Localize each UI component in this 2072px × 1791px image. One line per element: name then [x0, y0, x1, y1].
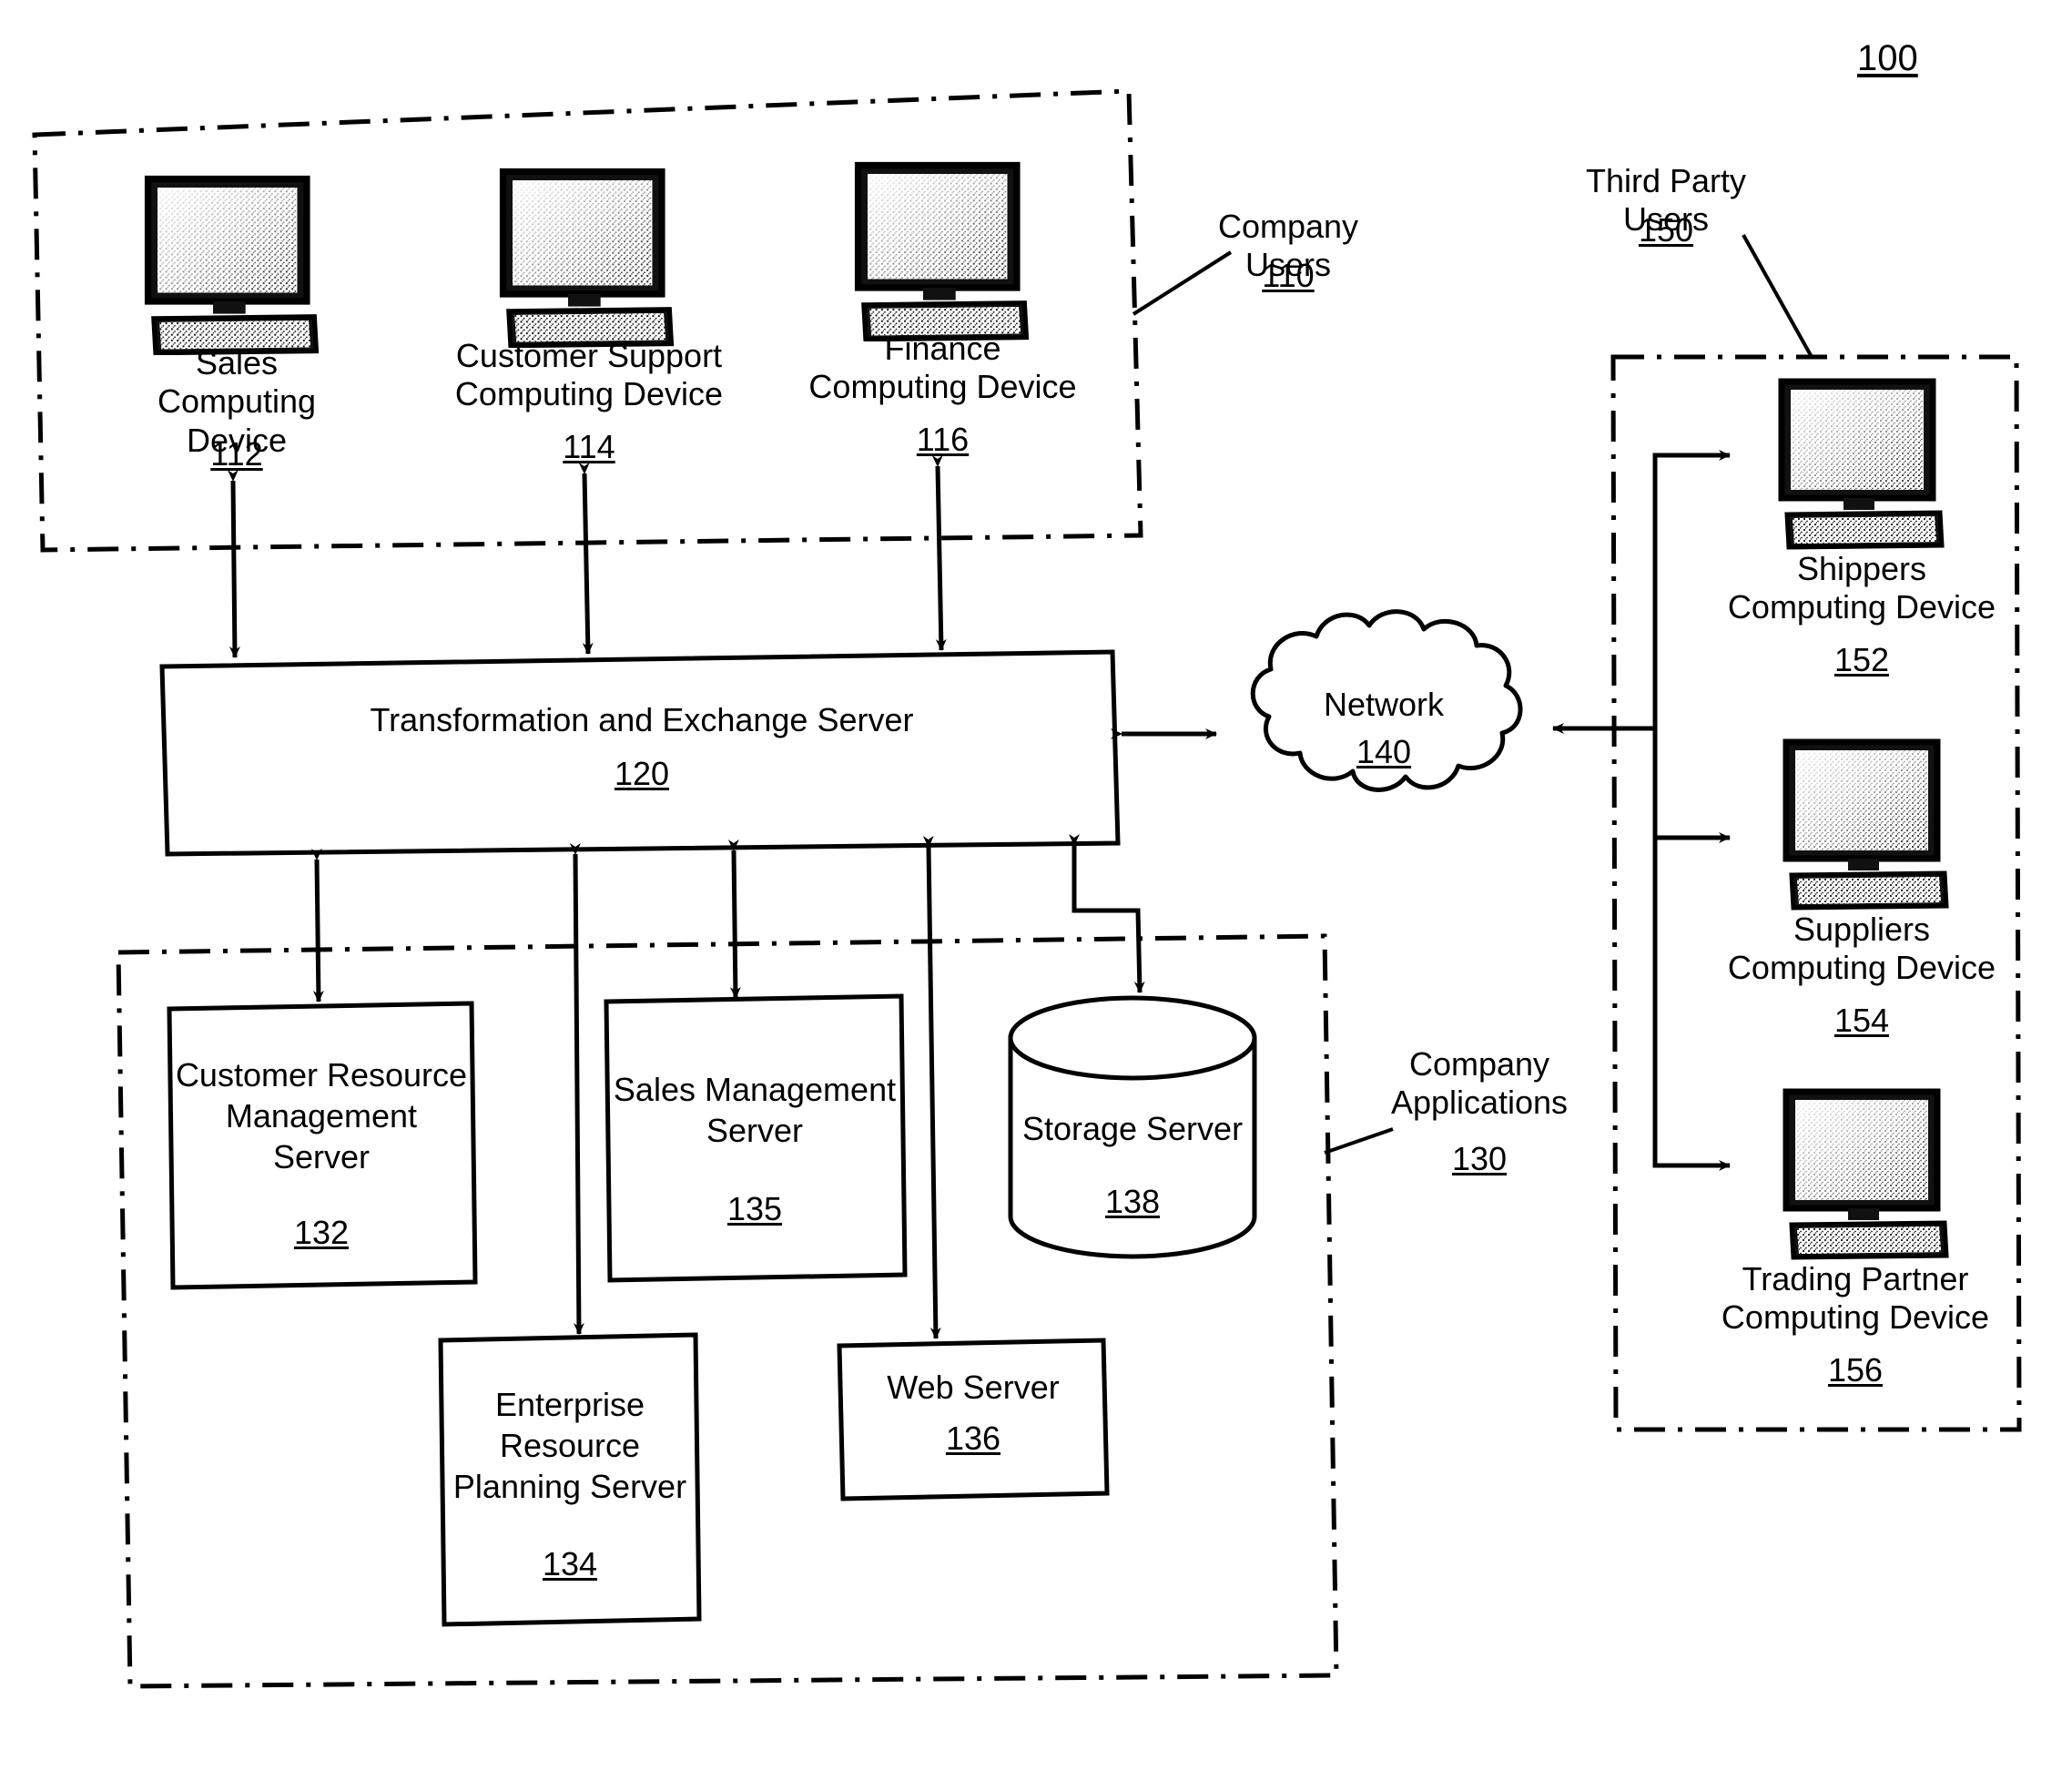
company-applications-group-ref: 130 — [1451, 1140, 1508, 1177]
third-party-users-group-ref: 150 — [1638, 211, 1694, 249]
sales-management-server-label: Sales Management Server — [613, 1071, 897, 1149]
crm-server-ref: 132 — [293, 1213, 350, 1251]
shippers-computing-device-label: Shippers Computing Device — [1727, 550, 1996, 626]
customer-support-computing-device-icon — [503, 172, 672, 346]
patent-figure-page: 100 Company Users 110 Third Party Users … — [0, 0, 2072, 1791]
arrow-server-to-erp — [569, 842, 584, 1335]
sales-computing-device-ref: 112 — [210, 435, 263, 473]
arrow-server-to-sales-management — [727, 839, 741, 999]
transformation-exchange-server-label: Transformation and Exchange Server — [370, 700, 914, 738]
trading-partner-computing-device-icon — [1786, 1092, 1946, 1257]
web-server-label: Web Server — [887, 1368, 1060, 1406]
finance-computing-device-icon — [858, 166, 1027, 340]
diagram-vector-layer — [32, 88, 2022, 1689]
shippers-computing-device-icon — [1782, 382, 1942, 547]
web-server-ref: 136 — [945, 1419, 1001, 1457]
customer-support-computing-device-ref: 114 — [563, 428, 615, 465]
erp-server-ref: 134 — [542, 1544, 598, 1582]
erp-server-label: Enterprise Resource Planning Server — [452, 1385, 687, 1505]
storage-server-ref: 138 — [1104, 1182, 1161, 1220]
shippers-computing-device-ref: 152 — [1833, 641, 1890, 678]
suppliers-computing-device-icon — [1786, 742, 1946, 908]
suppliers-computing-device-ref: 154 — [1833, 1002, 1890, 1039]
arrow-sales-device-to-server — [227, 469, 240, 658]
arrow-finance-device-to-server — [931, 454, 947, 651]
arrow-server-to-crm — [310, 848, 324, 1002]
company-applications-group-label: Company Applications — [1390, 1045, 1569, 1122]
finance-computing-device-label: Finance Computing Device — [808, 330, 1077, 406]
finance-computing-device-ref: 116 — [916, 421, 970, 458]
storage-server-label: Storage Server — [1021, 1109, 1244, 1147]
trading-partner-computing-device-ref: 156 — [1827, 1351, 1884, 1389]
sales-computing-device-icon — [148, 179, 317, 353]
suppliers-computing-device-label: Suppliers Computing Device — [1727, 911, 1996, 987]
sales-management-server-ref: 135 — [726, 1189, 783, 1227]
arrow-server-to-storage-server — [1069, 834, 1145, 993]
third-party-users-leader-line — [1742, 234, 1813, 358]
arrow-server-to-web-server — [922, 835, 941, 1339]
company-users-group-ref: 110 — [1262, 257, 1315, 294]
figure-number: 100 — [1857, 38, 1918, 78]
customer-support-computing-device-label: Customer Support Computing Device — [454, 337, 724, 413]
arrow-customer-support-device-to-server — [578, 462, 594, 655]
transformation-exchange-server-ref: 120 — [614, 754, 670, 792]
network-ref: 140 — [1356, 732, 1412, 770]
trading-partner-computing-device-label: Trading Partner Computing Device — [1721, 1260, 1990, 1337]
network-label: Network — [1323, 685, 1445, 723]
crm-server-label: Customer Resource Management Server — [175, 1055, 468, 1175]
